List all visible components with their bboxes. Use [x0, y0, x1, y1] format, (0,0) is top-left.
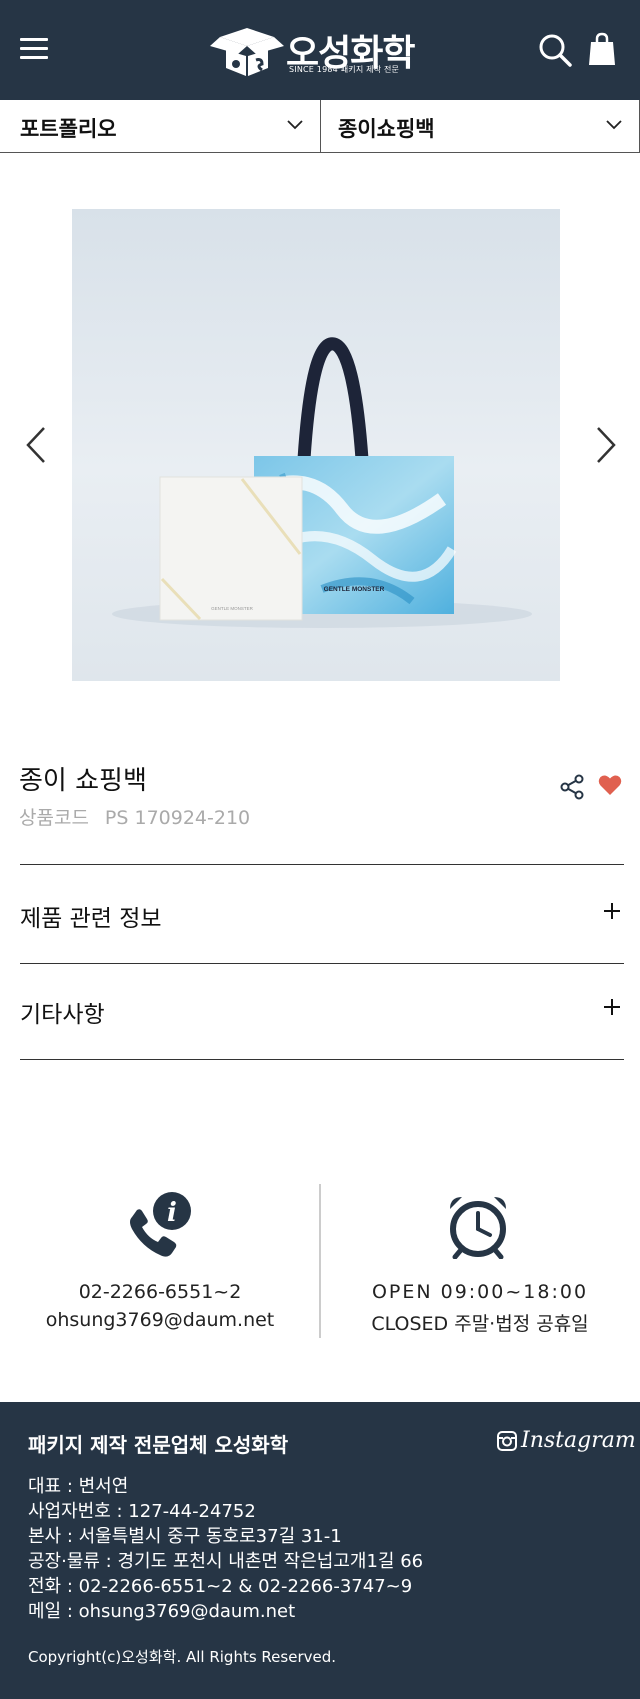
- alarm-clock-icon: [450, 1197, 506, 1259]
- category-dropdown-bar: 포트폴리오 종이쇼핑백: [0, 100, 640, 153]
- search-icon[interactable]: [538, 33, 572, 67]
- footer-business-number: 사업자번호 : 127-44-24752: [28, 1501, 256, 1522]
- product-title: 종이 쇼핑백: [19, 766, 147, 796]
- business-hours: OPEN 09:00~18:00 CLOSED 주말·법정 공휴일: [320, 1185, 640, 1340]
- chevron-down-icon: [606, 120, 622, 130]
- shopping-bag-photo: GENTLE MONSTER GENTLE MONSTER: [112, 337, 532, 628]
- open-hours: OPEN 09:00~18:00: [371, 1281, 589, 1303]
- product-code: 상품코드 PS 170924-210: [19, 803, 250, 830]
- instagram-label: Instagram: [521, 1428, 636, 1453]
- site-header: 오성화학 SINCE 1984 패키지 제작 전문: [0, 0, 640, 100]
- site-logo[interactable]: 오성화학 SINCE 1984 패키지 제작 전문: [210, 24, 415, 78]
- subcategory-dropdown[interactable]: 종이쇼핑백: [321, 100, 640, 153]
- shopping-bag-icon[interactable]: [588, 32, 616, 66]
- site-footer: 패키지 제작 전문업체 오성화학 Instagram 대표 : 변서연 사업자번…: [0, 1402, 640, 1699]
- phone-info-icon: i: [130, 1192, 191, 1257]
- contact-phone[interactable]: 02-2266-6551~2: [0, 1281, 320, 1303]
- box-brand-text: GENTLE MONSTER: [211, 606, 254, 611]
- heart-icon[interactable]: [598, 774, 622, 796]
- copyright: Copyright(c)오성화학. All Rights Reserved.: [28, 1648, 337, 1666]
- footer-title: 패키지 제작 전문업체 오성화학: [28, 1433, 289, 1457]
- product-code-value: PS 170924-210: [104, 807, 251, 829]
- plus-icon: [604, 903, 620, 919]
- chevron-left-icon[interactable]: [24, 425, 50, 465]
- category-dropdown-label: 포트폴리오: [20, 117, 117, 141]
- product-code-label: 상품코드: [19, 807, 89, 829]
- footer-headquarters: 본사 : 서울특별시 중구 동호로37길 31-1: [28, 1526, 342, 1547]
- product-image[interactable]: GENTLE MONSTER GENTLE MONSTER: [72, 209, 560, 681]
- divider: [20, 1059, 624, 1060]
- contact-email[interactable]: ohsung3769@daum.net: [0, 1309, 320, 1331]
- subcategory-dropdown-label: 종이쇼핑백: [338, 117, 435, 141]
- closed-days: CLOSED 주말·법정 공휴일: [371, 1313, 589, 1335]
- box-logo-icon: [210, 28, 284, 76]
- bag-brand-text: GENTLE MONSTER: [324, 586, 385, 593]
- footer-company-info: 대표 : 변서연 사업자번호 : 127-44-24752 본사 : 서울특별시…: [28, 1474, 423, 1624]
- accordion-label: 기타사항: [20, 1002, 105, 1028]
- instagram-icon: [497, 1431, 517, 1451]
- footer-phone: 전화 : 02-2266-6551~2 & 02-2266-3747~9: [28, 1576, 413, 1597]
- footer-email: 메일 : ohsung3769@daum.net: [28, 1601, 296, 1622]
- accordion-label: 제품 관련 정보: [20, 906, 162, 932]
- contact-info: i 02-2266-6551~2 ohsung3769@daum.net: [0, 1185, 320, 1340]
- logo-subtitle: SINCE 1984 패키지 제작 전문: [289, 65, 400, 74]
- accordion-product-info[interactable]: 제품 관련 정보: [20, 865, 624, 961]
- chevron-down-icon: [287, 120, 303, 130]
- plus-icon: [604, 999, 620, 1015]
- footer-ceo: 대표 : 변서연: [28, 1476, 129, 1497]
- svg-text:i: i: [167, 1198, 177, 1228]
- category-dropdown[interactable]: 포트폴리오: [0, 100, 321, 153]
- hamburger-menu-icon[interactable]: [20, 38, 48, 62]
- chevron-right-icon[interactable]: [592, 425, 618, 465]
- footer-factory: 공장·물류 : 경기도 포천시 내촌면 작은넙고개1길 66: [28, 1551, 424, 1572]
- share-icon[interactable]: [560, 774, 584, 800]
- accordion-other-info[interactable]: 기타사항: [20, 961, 624, 1057]
